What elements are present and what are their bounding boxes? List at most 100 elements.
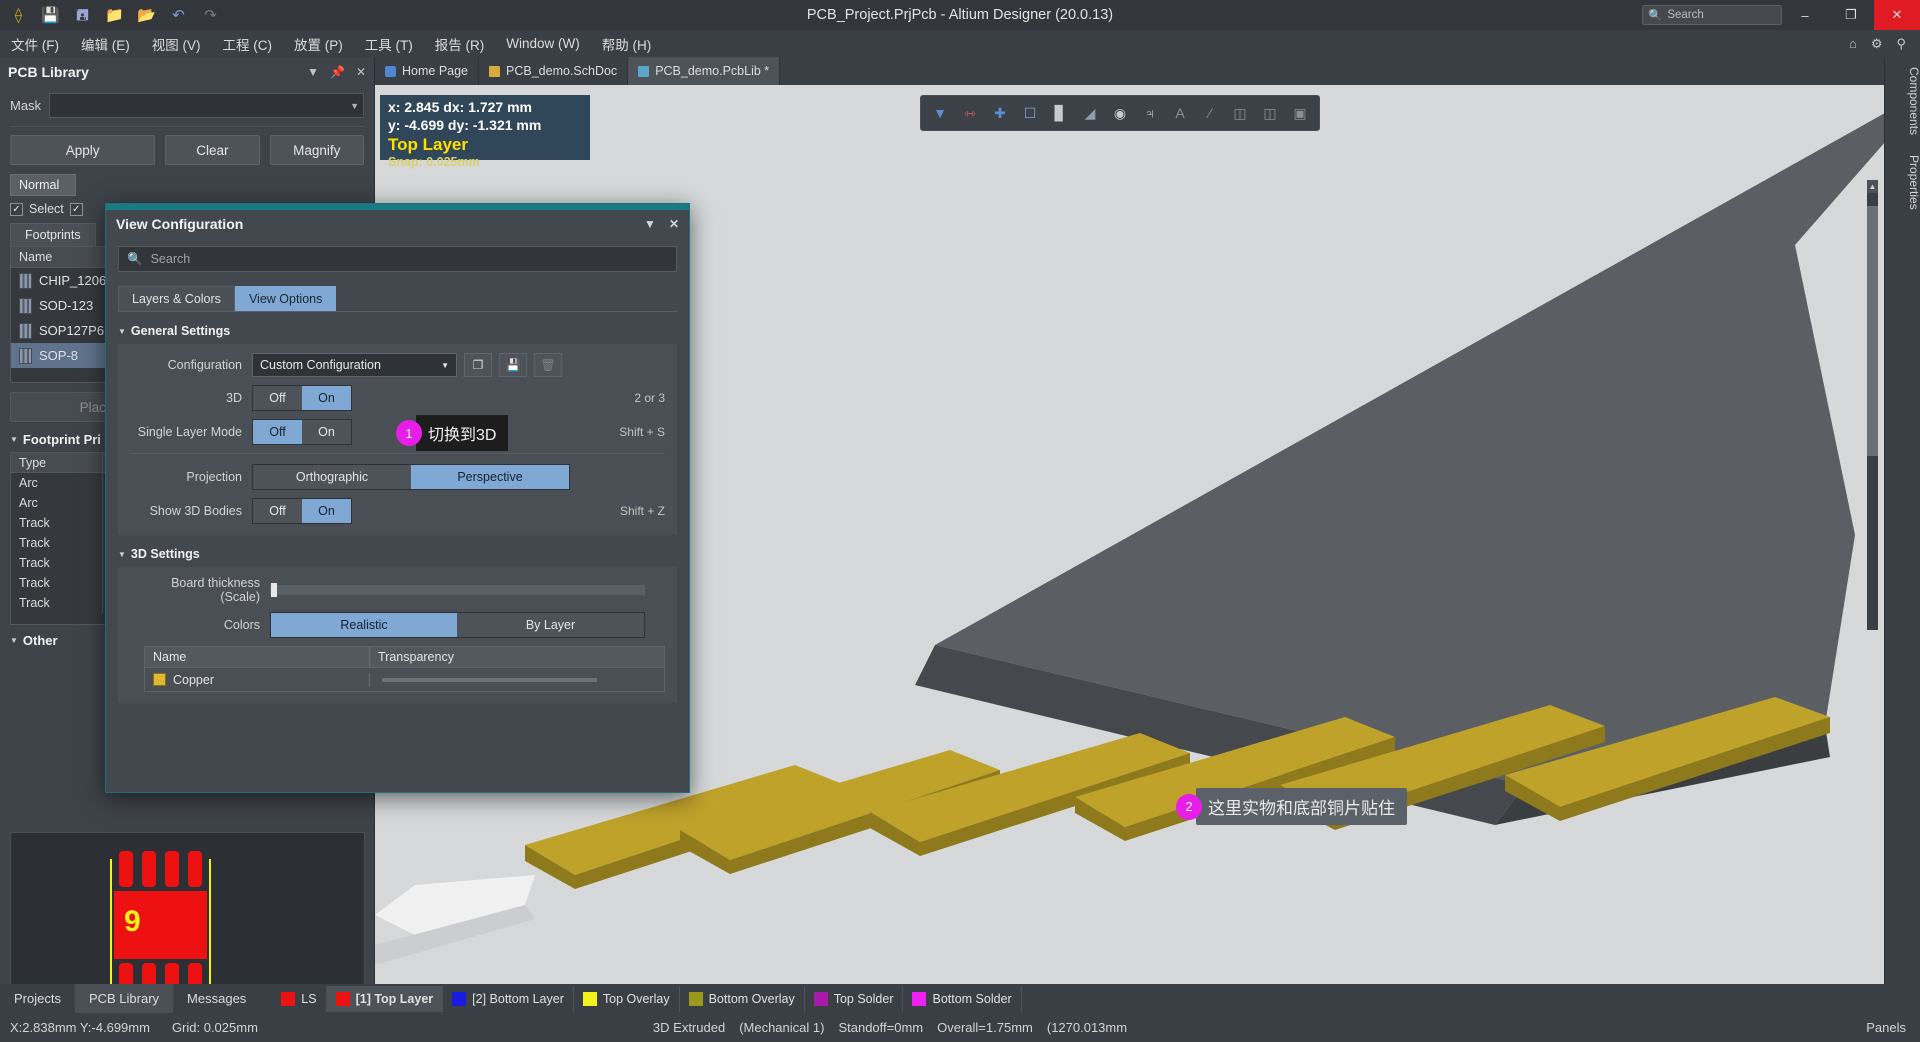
close-icon[interactable]: ✕ (356, 65, 366, 79)
show-3d-bodies-off-button[interactable]: Off (253, 499, 302, 523)
panel-tab-projects[interactable]: Projects (0, 984, 75, 1013)
line-icon[interactable]: ∕ (1197, 100, 1223, 126)
magnify-button[interactable]: Magnify (269, 135, 364, 165)
measure-icon[interactable]: ▊ (1047, 100, 1073, 126)
filter-icon[interactable]: ▼ (927, 100, 953, 126)
colors-toggle[interactable]: Realistic By Layer (270, 612, 645, 638)
layer-tab-top-layer[interactable]: [1] Top Layer (326, 985, 444, 1012)
panel-tab-pcb-library[interactable]: PCB Library (74, 984, 174, 1013)
menu-edit[interactable]: 编辑 (E) (70, 30, 141, 57)
save-all-icon[interactable]: 🖪 (72, 5, 93, 26)
layer-tab-bottom-solder[interactable]: Bottom Solder (903, 985, 1022, 1012)
layer-tab-bottom-layer[interactable]: [2] Bottom Layer (443, 985, 574, 1012)
layer-tab-top-overlay[interactable]: Top Overlay (574, 985, 680, 1012)
view-configuration-dialog[interactable]: View Configuration ▼ ✕ 🔍 Search Layers &… (105, 203, 690, 793)
layer-sets-button[interactable]: LS (272, 985, 327, 1012)
color-swatch[interactable] (153, 673, 166, 686)
mask-input[interactable]: ▼ (49, 93, 364, 118)
chevron-down-icon[interactable]: ▼ (307, 65, 319, 79)
menu-help[interactable]: 帮助 (H) (591, 30, 663, 57)
configuration-select[interactable]: Custom Configuration ▼ (252, 353, 457, 377)
projection-toggle[interactable]: Orthographic Perspective (252, 464, 570, 490)
minimize-button[interactable]: – (1782, 0, 1828, 30)
chevron-down-icon[interactable]: ▼ (441, 361, 449, 370)
close-icon[interactable]: ✕ (669, 217, 679, 231)
table-row[interactable]: Copper (144, 668, 665, 692)
dimension-icon[interactable]: ◫ (1227, 100, 1253, 126)
dock-tab-components[interactable]: Components (1885, 57, 1920, 145)
polygon-icon[interactable]: ◫ (1257, 100, 1283, 126)
select-region-icon[interactable]: ☐ (1017, 100, 1043, 126)
normal-mode-button[interactable]: Normal (10, 174, 77, 196)
net-icon[interactable]: ⇿ (957, 100, 983, 126)
altium-logo-icon[interactable]: ⟠ (8, 5, 29, 26)
menu-reports[interactable]: 报告 (R) (424, 30, 496, 57)
menu-file[interactable]: 文件 (F) (0, 30, 70, 57)
zoom-checkbox[interactable]: ✓ (69, 202, 83, 216)
dialog-search-box[interactable]: 🔍 Search (118, 246, 677, 272)
settings-icon[interactable]: ⚙ (1871, 36, 1883, 52)
undo-icon[interactable]: ↶ (168, 5, 189, 26)
tab-footprints[interactable]: Footprints (10, 223, 96, 246)
open-icon[interactable]: 📁 (104, 5, 125, 26)
tab-view-options[interactable]: View Options (234, 286, 337, 311)
user-icon[interactable]: ⚲ (1896, 36, 1906, 52)
global-search-input[interactable]: Search (1667, 9, 1703, 21)
close-button[interactable]: ✕ (1874, 0, 1920, 30)
text-icon[interactable]: A (1167, 100, 1193, 126)
menu-project[interactable]: 工程 (C) (212, 30, 284, 57)
single-layer-on-button[interactable]: On (302, 420, 351, 444)
menu-tools[interactable]: 工具 (T) (354, 30, 424, 57)
crosshair-icon[interactable]: ✚ (987, 100, 1013, 126)
board-thickness-slider[interactable] (270, 583, 645, 597)
chevron-down-icon[interactable]: ▼ (350, 101, 359, 111)
orthographic-button[interactable]: Orthographic (253, 465, 411, 489)
dock-tab-properties[interactable]: Properties (1885, 145, 1920, 220)
collapse-triangle-icon[interactable]: ▼ (118, 550, 126, 559)
open-project-icon[interactable]: 📂 (136, 5, 157, 26)
tab-pcblib[interactable]: PCB_demo.PcbLib * (628, 57, 781, 85)
redo-icon[interactable]: ↷ (200, 5, 221, 26)
slider-handle[interactable] (271, 583, 277, 597)
maximize-button[interactable]: ❐ (1828, 0, 1874, 30)
tab-schdoc[interactable]: PCB_demo.SchDoc (479, 57, 629, 85)
layer-tab-top-solder[interactable]: Top Solder (805, 985, 904, 1012)
select-checkbox[interactable]: ✓ (10, 202, 23, 216)
3d-settings-header[interactable]: ▼ 3D Settings (118, 547, 677, 561)
global-search-box[interactable]: 🔍 Search (1642, 5, 1782, 25)
via-icon[interactable]: ◉ (1107, 100, 1133, 126)
general-settings-header[interactable]: ▼ General Settings (118, 324, 677, 338)
3d-off-button[interactable]: Off (253, 386, 302, 410)
scroll-up-arrow-icon[interactable]: ▲ (1867, 180, 1878, 193)
delete-config-icon[interactable]: 🗑 (534, 353, 562, 377)
3d-toggle[interactable]: Off On (252, 385, 352, 411)
collapse-triangle-icon[interactable]: ▼ (10, 636, 18, 645)
realistic-button[interactable]: Realistic (271, 613, 457, 637)
menu-view[interactable]: 视图 (V) (141, 30, 212, 57)
scrollbar-thumb[interactable] (1867, 206, 1878, 456)
layer-stack-icon[interactable]: ◢ (1077, 100, 1103, 126)
panel-tab-messages[interactable]: Messages (173, 984, 260, 1013)
collapse-triangle-icon[interactable]: ▼ (118, 327, 126, 336)
3d-on-button[interactable]: On (302, 386, 351, 410)
panels-button[interactable]: Panels (1866, 1020, 1920, 1035)
dialog-title-bar[interactable]: View Configuration ▼ ✕ (106, 210, 689, 238)
pad-icon[interactable]: ♃ (1137, 100, 1163, 126)
chevron-down-icon[interactable]: ▼ (644, 217, 656, 231)
apply-button[interactable]: Apply (10, 135, 156, 165)
pin-icon[interactable]: 📌 (330, 65, 345, 79)
home-icon[interactable]: ⌂ (1849, 36, 1857, 52)
save-icon[interactable]: 💾 (40, 5, 61, 26)
perspective-button[interactable]: Perspective (411, 465, 569, 489)
dialog-search-input[interactable]: Search (151, 252, 191, 266)
clear-button[interactable]: Clear (165, 135, 260, 165)
board-cutout-icon[interactable]: ▣ (1287, 100, 1313, 126)
menu-window[interactable]: Window (W) (495, 30, 591, 57)
transparency-slider[interactable] (382, 677, 597, 682)
single-layer-mode-toggle[interactable]: Off On (252, 419, 352, 445)
collapse-triangle-icon[interactable]: ▼ (10, 435, 18, 444)
by-layer-button[interactable]: By Layer (457, 613, 644, 637)
menu-place[interactable]: 放置 (P) (283, 30, 354, 57)
tab-home-page[interactable]: Home Page (375, 57, 480, 85)
single-layer-off-button[interactable]: Off (253, 420, 302, 444)
